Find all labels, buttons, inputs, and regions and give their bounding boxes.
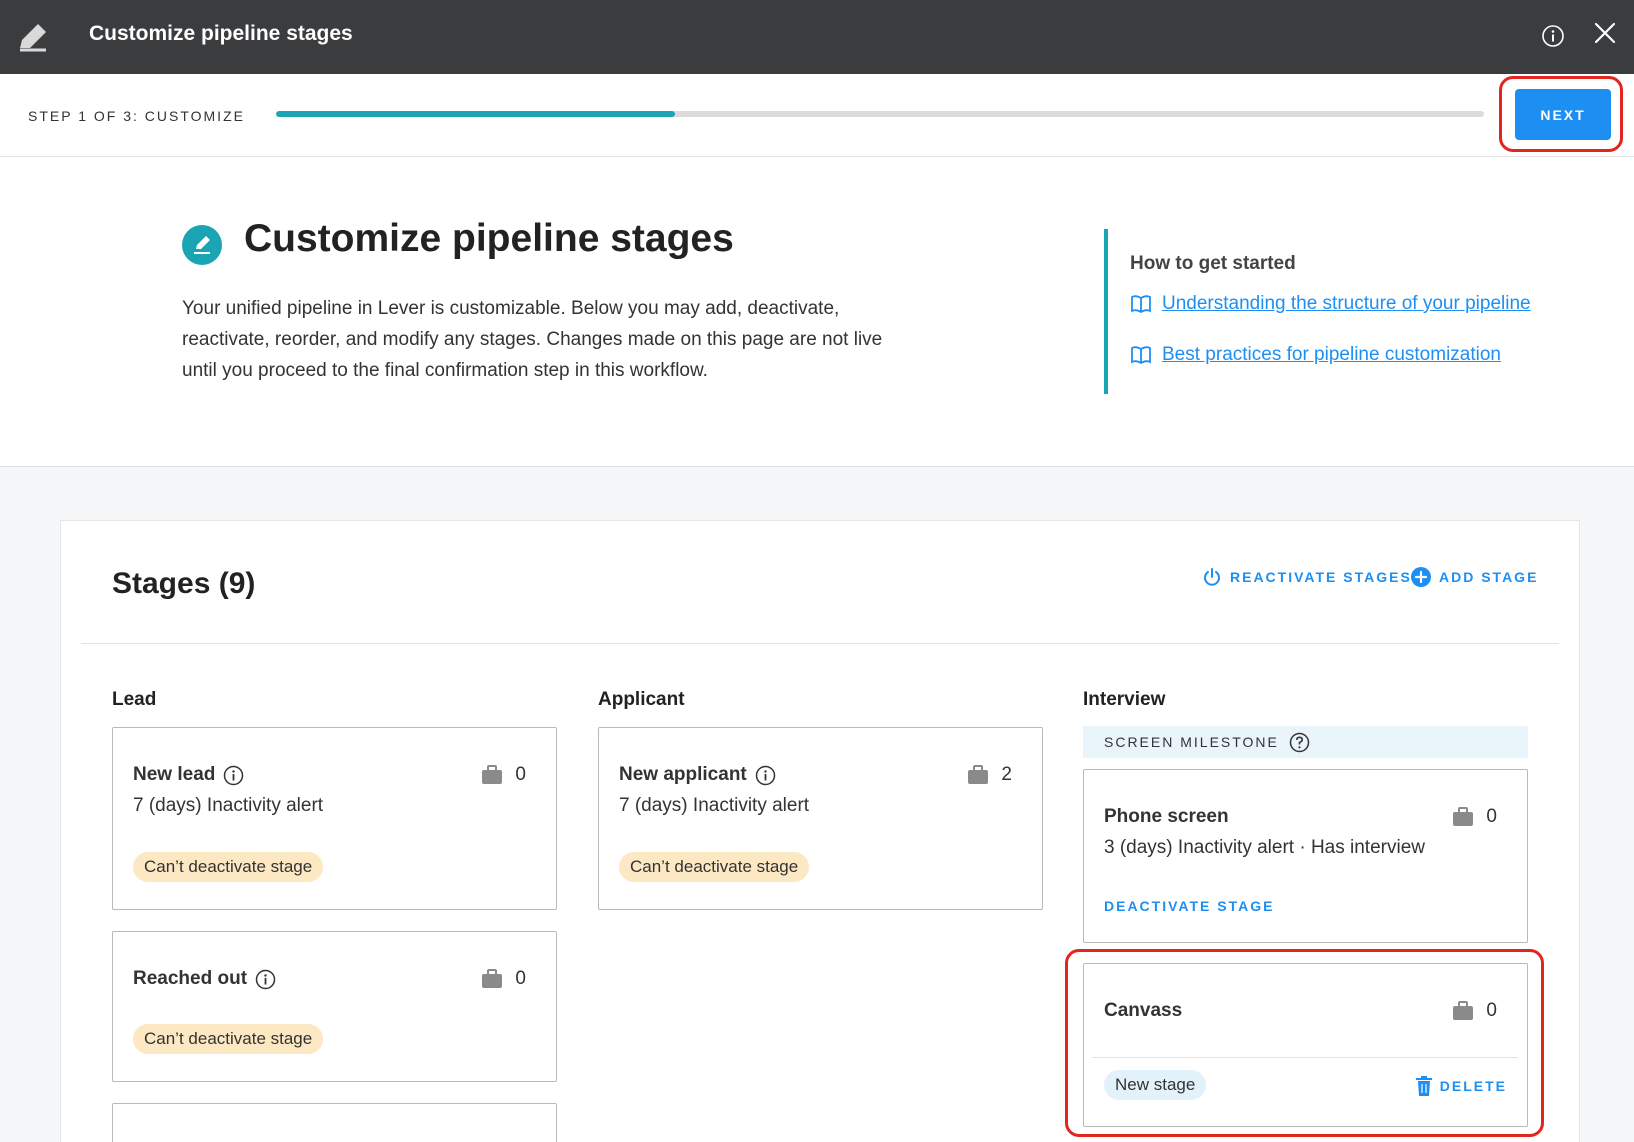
briefcase-icon: [968, 765, 989, 784]
stage-name: New applicant: [619, 764, 776, 786]
close-icon[interactable]: [1592, 20, 1618, 46]
candidate-count: 0: [481, 968, 526, 990]
status-badge: Can’t deactivate stage: [619, 852, 810, 882]
reactivate-stages-button[interactable]: REACTIVATE STAGES: [1202, 567, 1412, 587]
add-stage-button[interactable]: ADD STAGE: [1411, 567, 1538, 587]
pencil-icon: [20, 24, 46, 52]
step-bar: STEP 1 OF 3: CUSTOMIZE: [0, 74, 1634, 157]
briefcase-icon: [482, 765, 503, 784]
step-label: STEP 1 OF 3: CUSTOMIZE: [28, 108, 245, 124]
stage-name: Reached out: [133, 968, 276, 990]
next-button[interactable]: NEXT: [1515, 89, 1611, 140]
stage-card-reached-out[interactable]: Reached out 0 Can’t deactivate stage: [112, 931, 557, 1082]
screen-milestone-header: SCREEN MILESTONE: [1083, 726, 1528, 758]
progress-fill: [276, 111, 675, 117]
info-icon[interactable]: [1541, 24, 1565, 48]
reactivate-stages-label[interactable]: REACTIVATE STAGES: [1230, 569, 1412, 585]
book-icon: [1131, 346, 1151, 365]
inactivity-alert: 7 (days) Inactivity alert: [133, 795, 324, 816]
inactivity-alert: 3 (days) Inactivity alert · Has intervie…: [1104, 837, 1425, 858]
progress-bar: [276, 111, 1484, 117]
stage-name: Phone screen: [1104, 806, 1229, 827]
candidate-count: 0: [1452, 806, 1497, 828]
intro-section: Customize pipeline stages Your unified p…: [0, 157, 1634, 467]
milestone-label: SCREEN MILESTONE: [1104, 734, 1279, 750]
info-icon[interactable]: [255, 969, 276, 990]
power-icon: [1204, 568, 1220, 586]
candidate-count: 0: [481, 764, 526, 786]
column-header-applicant: Applicant: [598, 689, 685, 710]
canvass-stage-highlight: [1065, 949, 1544, 1137]
inactivity-alert: 7 (days) Inactivity alert: [619, 795, 810, 816]
plus-circle-icon: [1411, 567, 1431, 587]
info-icon[interactable]: [223, 765, 244, 786]
deactivate-stage-button[interactable]: DEACTIVATE STAGE: [1104, 898, 1274, 914]
status-badge: Can’t deactivate stage: [133, 852, 324, 882]
info-icon[interactable]: [755, 765, 776, 786]
page-title: Customize pipeline stages: [244, 217, 734, 260]
briefcase-icon: [482, 969, 503, 988]
page-description: Your unified pipeline in Lever is custom…: [182, 298, 883, 381]
candidate-count: 2: [967, 764, 1012, 786]
help-link-best-practices[interactable]: Best practices for pipeline customizatio…: [1130, 344, 1501, 366]
column-header-interview: Interview: [1083, 689, 1166, 710]
top-bar: Customize pipeline stages: [0, 0, 1634, 74]
stage-card-new-applicant[interactable]: New applicant 2 7 (days) Inactivity aler…: [598, 727, 1043, 910]
help-icon[interactable]: [1289, 732, 1310, 753]
briefcase-icon: [1453, 807, 1474, 826]
help-title: How to get started: [1130, 253, 1296, 274]
status-badge: Can’t deactivate stage: [133, 1024, 324, 1054]
help-link-pipeline-structure[interactable]: Understanding the structure of your pipe…: [1130, 293, 1531, 315]
help-link-label[interactable]: Best practices for pipeline customizatio…: [1162, 344, 1501, 366]
stage-card-partial[interactable]: [112, 1103, 557, 1142]
stage-card-phone-screen[interactable]: Phone screen 0 3 (days) Inactivity alert…: [1083, 769, 1528, 943]
stage-card-new-lead[interactable]: New lead 0 7 (days) Inactivity alert Can…: [112, 727, 557, 910]
edit-icon: [182, 225, 222, 265]
divider: [81, 643, 1559, 644]
window-title: Customize pipeline stages: [89, 22, 353, 45]
stage-name: New lead: [133, 764, 244, 786]
add-stage-label[interactable]: ADD STAGE: [1439, 569, 1538, 585]
book-icon: [1131, 295, 1151, 314]
stages-title: Stages (9): [112, 567, 256, 600]
help-panel-accent: [1104, 229, 1108, 394]
column-header-lead: Lead: [112, 689, 157, 710]
help-link-label[interactable]: Understanding the structure of your pipe…: [1162, 293, 1531, 315]
